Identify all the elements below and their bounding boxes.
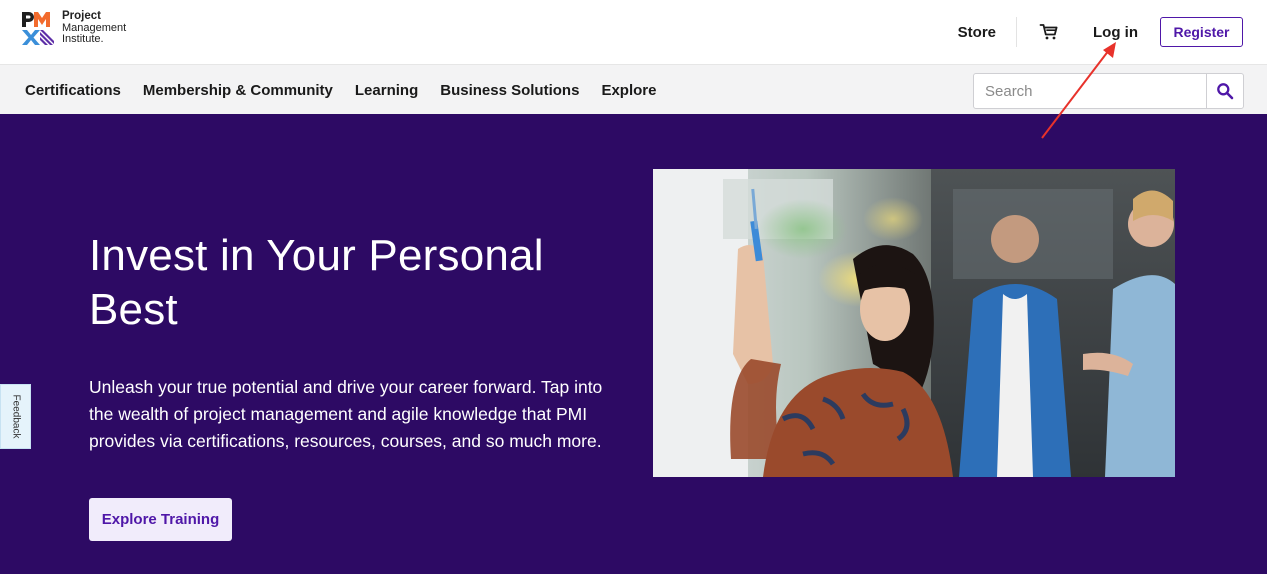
site-header: Project Management Institute. Store Log …	[0, 0, 1267, 64]
feedback-label: Feedback	[10, 394, 22, 439]
store-link[interactable]: Store	[958, 24, 1016, 41]
login-link[interactable]: Log in	[1093, 24, 1138, 41]
hero-description: Unleash your true potential and drive yo…	[89, 377, 603, 451]
cart-icon[interactable]	[1039, 22, 1059, 42]
nav-item-membership-community[interactable]: Membership & Community	[143, 82, 333, 99]
hero-photo	[653, 169, 1175, 477]
search-input[interactable]	[974, 74, 1206, 108]
search-icon	[1217, 83, 1234, 100]
nav-item-learning[interactable]: Learning	[355, 82, 418, 99]
explore-training-button[interactable]: Explore Training	[89, 498, 232, 541]
account-links: Store Log in Register	[958, 17, 1243, 47]
feedback-tab[interactable]: Feedback	[0, 384, 31, 449]
pmi-logo-wordmark: Project Management Institute.	[62, 10, 127, 45]
pmi-logo-mark	[22, 12, 54, 45]
nav-item-explore[interactable]: Explore	[601, 82, 656, 99]
pmi-logo[interactable]: Project Management Institute.	[20, 10, 160, 52]
nav-item-business-solutions[interactable]: Business Solutions	[440, 82, 579, 99]
search-box	[973, 73, 1244, 109]
nav-menu: Certifications Membership & Community Le…	[25, 65, 678, 115]
register-button[interactable]: Register	[1160, 17, 1243, 47]
header-divider	[1016, 17, 1017, 47]
hero-banner: Invest in Your Personal Best Unleash you…	[0, 114, 1267, 574]
nav-item-certifications[interactable]: Certifications	[25, 82, 121, 99]
hero-title: Invest in Your Personal Best	[89, 231, 544, 334]
search-button[interactable]	[1206, 74, 1243, 108]
main-navigation: Certifications Membership & Community Le…	[0, 64, 1267, 114]
